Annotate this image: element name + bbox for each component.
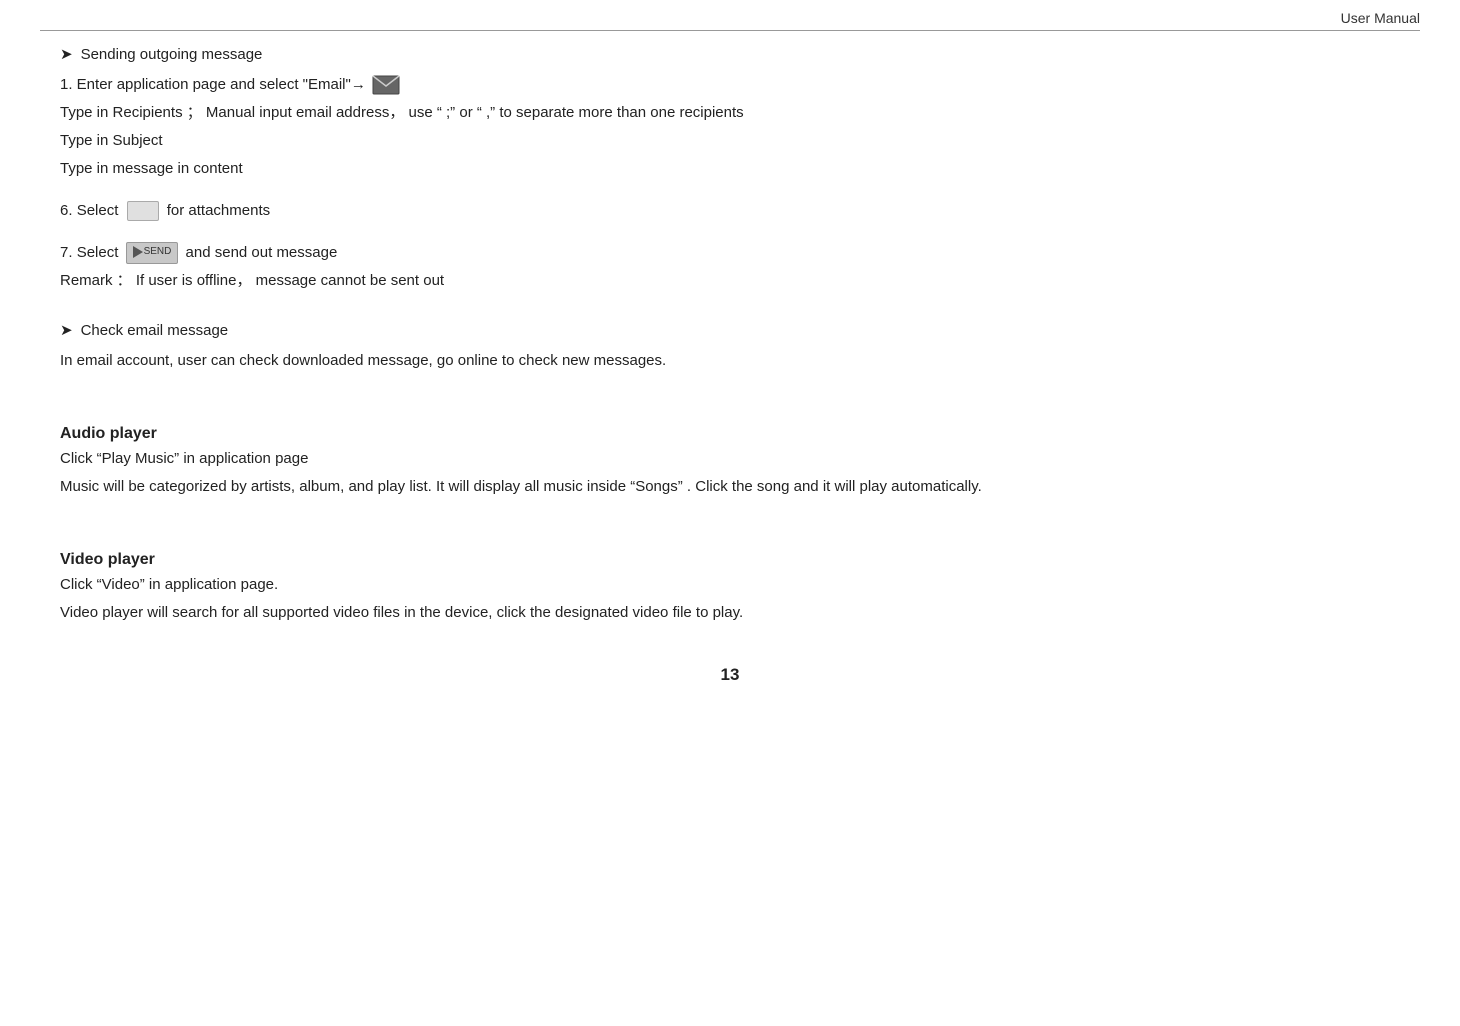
audio-player-heading: Audio player (60, 425, 1400, 443)
list-item-7: 7. Select SEND and send out message (60, 241, 1400, 265)
bullet-arrow-2: ➤ (60, 321, 73, 339)
item3-text: Type in Subject (60, 132, 163, 149)
section-sending-label: Sending outgoing message (81, 46, 263, 63)
send-icon: SEND (126, 242, 179, 264)
item1-number: 1. Enter application page and select "Em… (60, 76, 366, 93)
attach-icon (127, 201, 159, 221)
list-item-2: Type in Recipients ； Manual input email … (60, 101, 1400, 125)
section-sending-heading: ➤ Sending outgoing message (60, 45, 1400, 63)
list-item-6: 6. Select for attachments (60, 199, 1400, 223)
remark-line: Remark ： If user is offline， message can… (60, 269, 1400, 293)
bullet-arrow-1: ➤ (60, 45, 73, 63)
video-paragraph2: Video player will search for all support… (60, 604, 743, 621)
header-bar: User Manual (40, 10, 1420, 31)
content: ➤ Sending outgoing message 1. Enter appl… (40, 45, 1420, 685)
item7-number: 7. (60, 244, 77, 261)
send-arrow-icon (133, 246, 143, 258)
audio-player-label: Audio player (60, 425, 157, 442)
list-item-4: Type in message in content (60, 157, 1400, 181)
item2-text: Type in Recipients ； Manual input email … (60, 104, 744, 121)
header-title: User Manual (1341, 10, 1420, 26)
page-container: User Manual ➤ Sending outgoing message 1… (0, 0, 1460, 1026)
email-icon (372, 75, 400, 95)
section-check-label: Check email message (81, 322, 229, 339)
video-player-label: Video player (60, 551, 155, 568)
audio-paragraph2: Music will be categorized by artists, al… (60, 478, 982, 495)
check-email-text: In email account, user can check downloa… (60, 349, 1400, 373)
audio-paragraph1: Click “Play Music” in application page (60, 450, 308, 467)
video-paragraph1: Click “Video” in application page. (60, 576, 278, 593)
video-text1: Click “Video” in application page. (60, 573, 1400, 597)
list-item-3: Type in Subject (60, 129, 1400, 153)
item4-text: Type in message in content (60, 160, 243, 177)
list-item-1: 1. Enter application page and select "Em… (60, 73, 1400, 97)
item6-number: 6. (60, 202, 77, 219)
item7-label: Select (77, 244, 119, 261)
item6-label: Select (77, 202, 119, 219)
check-email-paragraph: In email account, user can check downloa… (60, 352, 666, 369)
item7-suffix: and send out message (186, 244, 338, 261)
video-text2: Video player will search for all support… (60, 601, 1400, 625)
item6-suffix: for attachments (167, 202, 270, 219)
video-player-heading: Video player (60, 551, 1400, 569)
page-number: 13 (60, 665, 1400, 685)
section-check-heading: ➤ Check email message (60, 321, 1400, 339)
audio-text1: Click “Play Music” in application page (60, 447, 1400, 471)
remark-text: Remark ： If user is offline， message can… (60, 272, 444, 289)
page-number-value: 13 (721, 665, 740, 684)
audio-text2: Music will be categorized by artists, al… (60, 475, 1400, 499)
